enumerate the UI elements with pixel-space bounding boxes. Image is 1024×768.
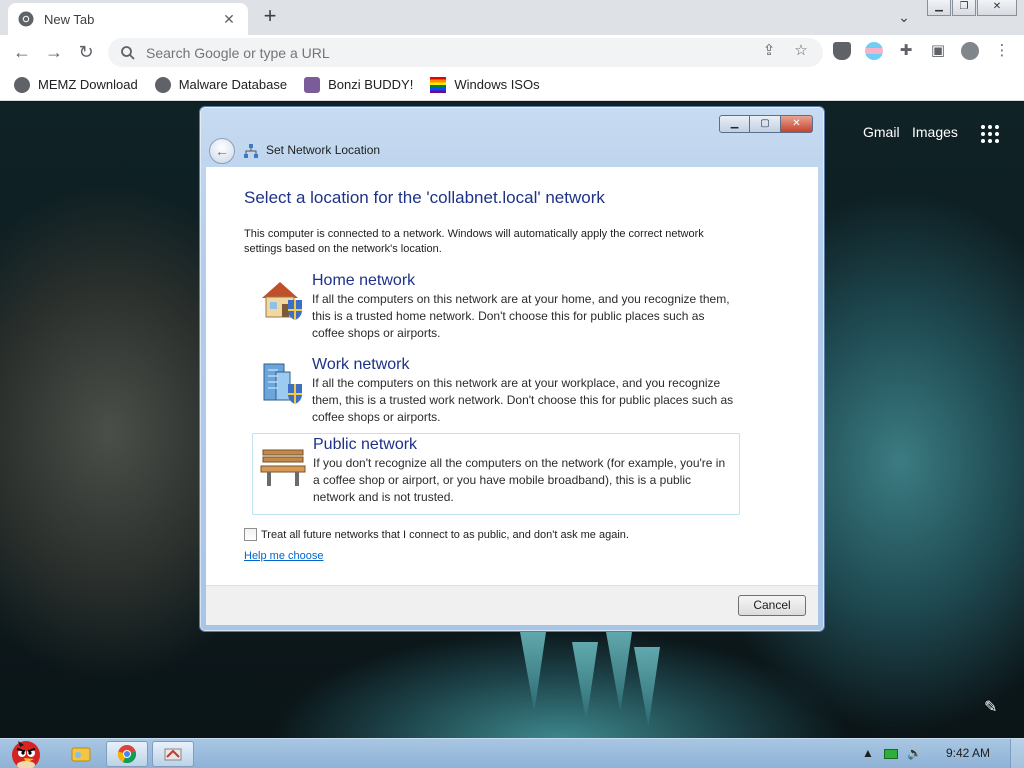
- browser-toolbar: ← → ↻ ⇪ ☆ ✚ ▣ ⋮: [0, 35, 1024, 69]
- show-desktop-button[interactable]: [1010, 739, 1024, 768]
- forward-icon[interactable]: →: [42, 40, 66, 64]
- reload-icon[interactable]: ↻: [74, 40, 98, 64]
- public-network-bench-icon: [260, 449, 306, 486]
- set-network-location-dialog: ▁ ▢ ✕ ← Set Network Location Select a lo…: [199, 106, 825, 632]
- bookmarks-bar: MEMZ Download Malware Database Bonzi BUD…: [0, 69, 1024, 101]
- omnibox[interactable]: [108, 38, 823, 67]
- dialog-intro: This computer is connected to a network.…: [244, 228, 704, 255]
- extensions-puzzle-icon[interactable]: ✚: [896, 41, 916, 61]
- dialog-content: Select a location for the 'collabnet.loc…: [206, 167, 818, 585]
- taskbar-chrome-button[interactable]: [106, 741, 148, 767]
- back-icon[interactable]: ←: [10, 40, 34, 64]
- treat-as-public-label: Treat all future networks that I connect…: [261, 528, 629, 541]
- public-network-option[interactable]: Public network If you don't recognize al…: [252, 433, 740, 515]
- profile-avatar-icon[interactable]: [961, 42, 979, 60]
- background-art: [572, 642, 598, 722]
- restore-icon[interactable]: ❐: [952, 0, 976, 16]
- dialog-heading: Select a location for the 'collabnet.loc…: [244, 188, 605, 207]
- home-network-icon: [262, 282, 302, 320]
- dialog-back-icon[interactable]: ←: [209, 138, 235, 164]
- google-apps-icon[interactable]: [981, 125, 999, 143]
- dialog-title: Set Network Location: [266, 143, 381, 157]
- taskbar: ▲ 🔊 9:42 AM: [0, 738, 1024, 768]
- network-icon: [244, 144, 258, 158]
- tab-new-tab[interactable]: New Tab ✕: [8, 3, 248, 35]
- browser-window-controls: ▁ ❐ ✕: [927, 0, 1018, 16]
- dialog-maximize-icon[interactable]: ▢: [750, 115, 781, 133]
- images-link[interactable]: Images: [912, 124, 958, 140]
- menu-kebab-icon[interactable]: ⋮: [992, 41, 1012, 61]
- home-network-description: If all the computers on this network are…: [312, 292, 730, 340]
- public-network-description: If you don't recognize all the computers…: [313, 456, 726, 504]
- background-art: [520, 632, 546, 712]
- tab-strip: New Tab ✕ + ⌄ ▁ ❐ ✕: [0, 0, 1024, 35]
- home-network-option[interactable]: Home network If all the computers on thi…: [252, 270, 740, 350]
- taskbar-network-dialog-button[interactable]: [152, 741, 194, 767]
- ublock-icon[interactable]: [833, 42, 851, 60]
- start-button-angry-bird-icon[interactable]: [4, 733, 48, 768]
- globe-icon: [14, 76, 30, 93]
- bookmark-malware-database[interactable]: Malware Database: [154, 76, 288, 93]
- tab-close-icon[interactable]: ✕: [220, 11, 238, 28]
- work-network-title: Work network: [312, 356, 410, 373]
- network-app-icon: [164, 748, 182, 761]
- work-network-icon: [263, 363, 302, 404]
- bookmark-label: MEMZ Download: [38, 77, 138, 92]
- dialog-footer: Cancel: [206, 585, 818, 625]
- new-tab-button[interactable]: +: [258, 4, 282, 28]
- omnibox-input[interactable]: [146, 44, 726, 61]
- treat-as-public-row: Treat all future networks that I connect…: [244, 528, 629, 541]
- dialog-close-icon[interactable]: ✕: [781, 115, 813, 133]
- chrome-icon: [117, 745, 137, 764]
- folder-icon: [71, 747, 91, 762]
- tab-search-icon[interactable]: ⌄: [893, 6, 915, 28]
- taskbar-explorer-button[interactable]: [60, 741, 102, 767]
- home-network-title: Home network: [312, 272, 416, 289]
- public-network-title: Public network: [313, 436, 418, 453]
- bookmark-label: Malware Database: [178, 77, 288, 92]
- share-icon[interactable]: ⇪: [759, 41, 779, 61]
- minimize-icon[interactable]: ▁: [927, 0, 951, 16]
- treat-as-public-checkbox[interactable]: [244, 528, 257, 541]
- bookmark-bonzi-buddy[interactable]: Bonzi BUDDY!: [304, 76, 414, 93]
- tray-overflow-icon[interactable]: ▲: [862, 746, 874, 760]
- bookmark-memz-download[interactable]: MEMZ Download: [14, 76, 138, 93]
- chrome-icon: [18, 11, 34, 27]
- background-art: [634, 647, 660, 727]
- bonzi-icon: [304, 76, 321, 93]
- gmail-link[interactable]: Gmail: [863, 124, 900, 140]
- extension-flag-icon[interactable]: [865, 42, 883, 60]
- search-icon: [121, 45, 135, 60]
- side-panel-icon[interactable]: ▣: [928, 41, 948, 61]
- bookmark-windows-isos[interactable]: Windows ISOs: [430, 76, 540, 93]
- bookmark-star-icon[interactable]: ☆: [791, 41, 811, 61]
- bookmark-label: Windows ISOs: [454, 77, 540, 92]
- volume-icon[interactable]: 🔊: [907, 746, 922, 760]
- background-art: [606, 632, 632, 712]
- work-network-description: If all the computers on this network are…: [312, 376, 734, 424]
- bookmark-label: Bonzi BUDDY!: [328, 77, 414, 92]
- globe-icon: [154, 76, 171, 93]
- help-me-choose-link[interactable]: Help me choose: [244, 550, 324, 562]
- dialog-minimize-icon[interactable]: ▁: [719, 115, 750, 133]
- close-window-icon[interactable]: ✕: [977, 0, 1017, 16]
- dialog-window-controls: ▁ ▢ ✕: [719, 115, 813, 133]
- taskbar-clock[interactable]: 9:42 AM: [946, 746, 990, 760]
- work-network-option[interactable]: Work network If all the computers on thi…: [252, 354, 740, 434]
- rainbow-flag-icon: [430, 76, 447, 93]
- battery-icon[interactable]: [884, 749, 898, 759]
- cancel-button[interactable]: Cancel: [738, 595, 806, 616]
- tab-title: New Tab: [44, 11, 95, 27]
- customize-pencil-icon[interactable]: ✎: [984, 697, 997, 717]
